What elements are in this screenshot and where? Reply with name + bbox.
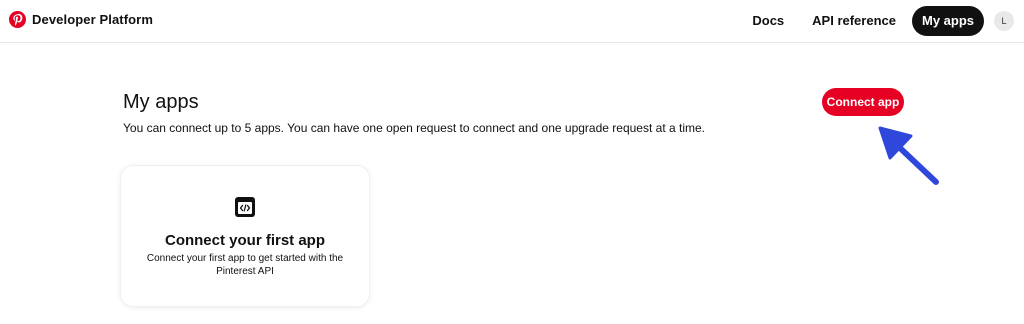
nav-docs[interactable]: Docs [738, 6, 798, 36]
top-nav-bar: Developer Platform Docs API reference My… [0, 0, 1024, 43]
nav-my-apps[interactable]: My apps [911, 6, 984, 36]
avatar[interactable]: L [994, 11, 1014, 31]
pinterest-logo-icon [9, 11, 26, 28]
nav-api-reference[interactable]: API reference [798, 6, 910, 36]
connect-first-app-card[interactable]: Connect your first app Connect your firs… [121, 166, 369, 306]
top-nav: Docs API reference My apps L [738, 6, 1014, 36]
page-title: My apps [123, 91, 199, 113]
page-description: You can connect up to 5 apps. You can ha… [123, 121, 705, 135]
connect-app-button[interactable]: Connect app [822, 88, 904, 116]
card-title: Connect your first app [164, 232, 325, 249]
brand-name: Developer Platform [32, 12, 154, 27]
arrow-pointer-icon [878, 126, 939, 185]
code-icon [235, 197, 255, 217]
brand[interactable]: Developer Platform [9, 11, 153, 28]
card-description: Connect your first app to get started wi… [146, 253, 344, 277]
